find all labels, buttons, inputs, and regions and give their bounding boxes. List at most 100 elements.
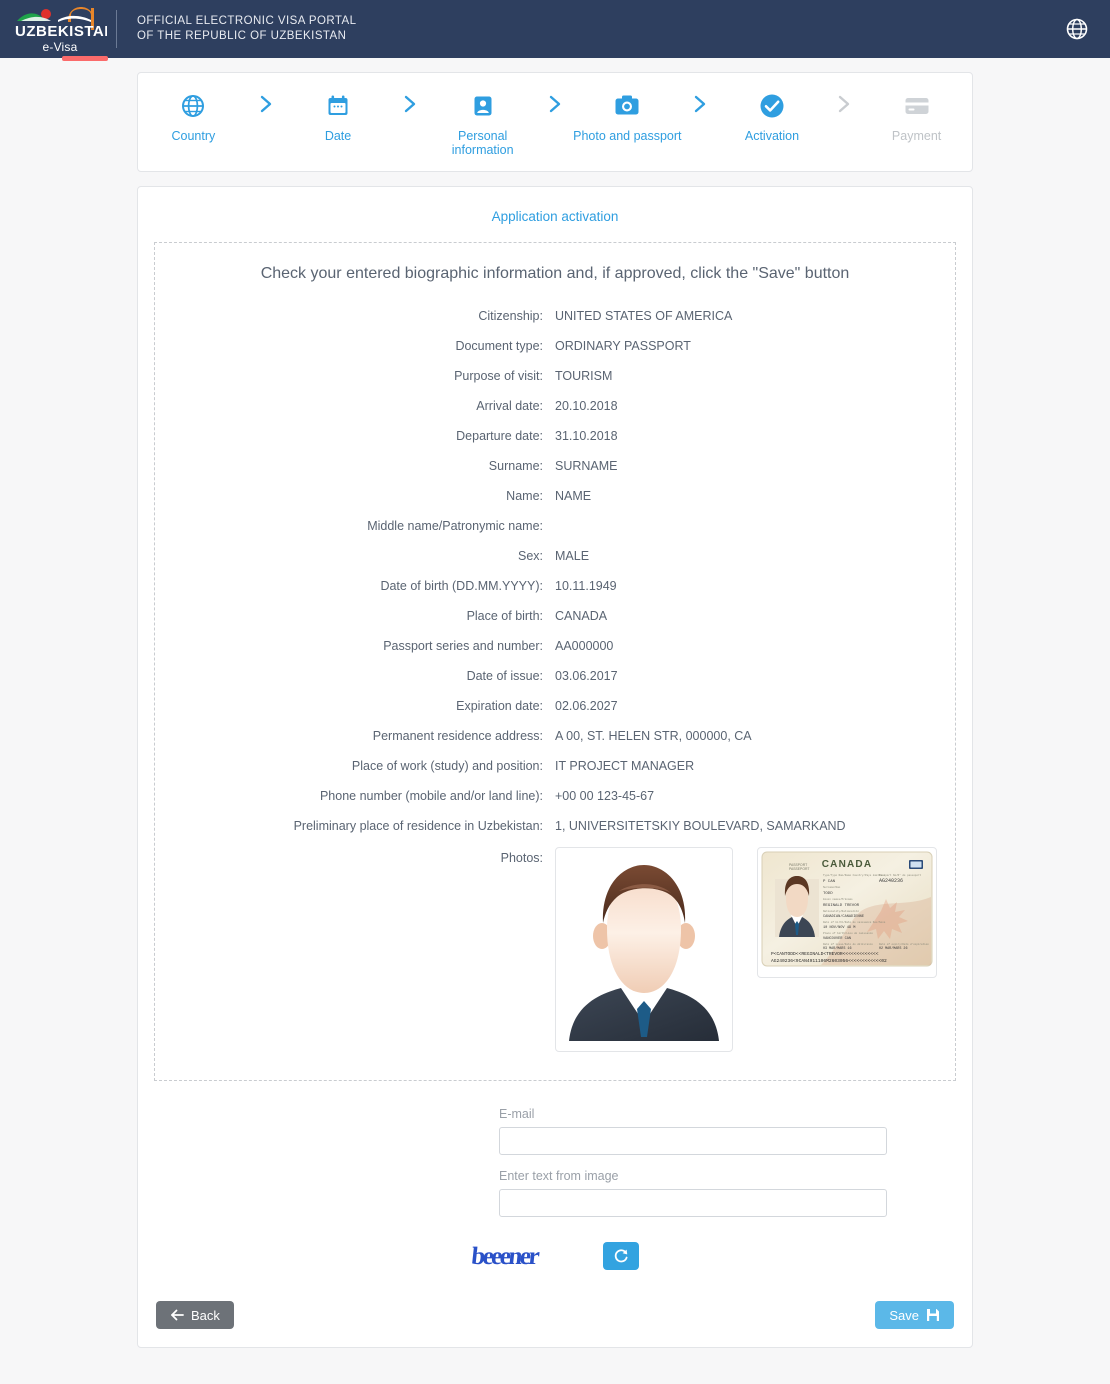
svg-text:02 MAR/MARS 26: 02 MAR/MARS 26 [879,946,908,951]
progress-stepper: Country Date Personal information Photo … [138,91,972,157]
info-row-label: Phone number (mobile and/or land line): [319,789,543,803]
captcha-field-block: Enter text from image [499,1169,887,1217]
svg-text:TODD: TODD [823,892,833,896]
back-button-label: Back [191,1307,220,1323]
info-row: Sex: MALE [155,541,955,571]
svg-text:beeener: beeener [471,1243,541,1270]
passport-scan-photo[interactable]: CANADA PASSPORT PASSEPORT Type/Type Nom/… [757,847,937,978]
email-field-block: E-mail [499,1107,887,1155]
camera-icon [614,91,640,121]
info-row-label: Sex: [517,549,543,563]
email-label: E-mail [499,1107,535,1121]
step-payment[interactable]: Payment [861,91,972,143]
stepper-card: Country Date Personal information Photo … [137,72,973,172]
chevron-right-icon [683,91,717,113]
language-globe-icon[interactable] [1064,16,1090,42]
step-label-activation: Activation [744,129,800,143]
info-row: Place of birth: CANADA [155,601,955,631]
info-row-value: SURNAME [555,459,618,473]
info-row-label: Departure date: [456,429,543,443]
save-button[interactable]: Save [875,1301,954,1329]
info-row-value: 31.10.2018 [555,429,618,443]
captcha-input[interactable] [499,1189,887,1217]
info-row: Name: NAME [155,481,955,511]
step-label-country: Country [171,129,216,143]
info-row-value: +00 00 123-45-67 [555,789,655,803]
info-row-value: ORDINARY PASSPORT [555,339,691,353]
chevron-right-icon [827,91,861,113]
step-photo-and-passport[interactable]: Photo and passport [572,91,683,143]
back-button[interactable]: Back [156,1301,234,1329]
applicant-portrait-photo[interactable] [555,847,733,1052]
info-row-value: 10.11.1949 [555,579,617,593]
step-label-personal-information: Personal information [451,129,514,157]
info-row-value: UNITED STATES OF AMERICA [555,309,733,323]
captcha-image: beeener [471,1243,541,1270]
svg-text:P<CANTODD<<REGINALD<TREVOR<<<<: P<CANTODD<<REGINALD<TREVOR<<<<<<<<<<<<< [771,951,879,957]
info-row-label: Expiration date: [456,699,543,713]
application-card: Application activation Check your entere… [137,186,973,1348]
photos-label: Photos: [500,851,543,865]
site-logo[interactable]: UZBEKISTAN e-Visa [0,5,108,54]
svg-text:P CAN: P CAN [823,880,836,884]
svg-text:AG240236: AG240236 [879,878,903,884]
info-row: Place of work (study) and position: IT PR… [155,751,955,781]
portal-title: OFFICIAL ELECTRONIC VISA PORTAL OF THE R… [137,14,357,44]
arrow-left-icon [171,1309,184,1321]
svg-text:03 MAR/MARS 16: 03 MAR/MARS 16 [823,946,852,951]
info-row: Permanent residence address: A 00, ST. HE… [155,721,955,751]
info-row-label: Permanent residence address: [372,729,543,743]
header-accent-bar [62,56,108,61]
svg-text:PASSEPORT: PASSEPORT [789,867,809,871]
step-activation[interactable]: Activation [717,91,828,143]
step-label-payment: Payment [891,129,942,143]
info-row-value: CANADA [555,609,608,623]
info-row-label: Surname: [488,459,543,473]
svg-text:Passport No/N° de passeport: Passport No/N° de passeport [879,873,921,877]
step-country[interactable]: Country [138,91,249,143]
info-row: Middle name/Patronymic name: [155,511,955,541]
biographic-info-list: Citizenship: UNITED STATES OF AMERICA Docu… [155,301,955,841]
info-row-value: A 00, ST. HELEN STR, 000000, CA [555,729,752,743]
info-row-value: 20.10.2018 [555,399,618,413]
save-button-label: Save [889,1307,919,1323]
uzbekistan-logo-icon: UZBEKISTAN [15,6,107,39]
info-row-value: AA000000 [555,639,614,653]
info-row: Expiration date: 02.06.2027 [155,691,955,721]
info-row-label: Document type: [455,339,543,353]
step-label-date: Date [324,129,352,143]
calendar-icon [326,91,350,121]
info-row: Surname: SURNAME [155,451,955,481]
step-date[interactable]: Date [283,91,394,143]
panel-heading: Check your entered biographic informatio… [260,265,850,282]
info-row-label: Preliminary place of residence in Uzbeki… [293,819,543,833]
top-header: UZBEKISTAN e-Visa OFFICIAL ELECTRONIC VI… [0,0,1110,61]
step-personal-information[interactable]: Personal information [427,91,538,157]
captcha-label: Enter text from image [499,1169,619,1183]
svg-text:Place of birth/Lieu de naissan: Place of birth/Lieu de naissance [823,931,873,935]
svg-text:REGINALD TREVOR: REGINALD TREVOR [823,904,860,908]
form-actions: Back Save [138,1271,972,1329]
info-row-value: NAME [555,489,592,503]
info-row: Departure date: 31.10.2018 [155,421,955,451]
info-row-value: 02.06.2027 [555,699,618,713]
info-row-label: Date of birth (DD.MM.YYYY): [380,579,543,593]
check-circle-icon [759,91,785,121]
svg-text:AG240236<9CAN4911106M2603056<<: AG240236<9CAN4911106M2603056<<<<<<<<<<<<… [771,958,887,964]
svg-text:Type/Type Nom/Name Country/Pa: Type/Type Nom/Name Country/Pays émetteur [823,873,886,877]
info-row-label: Citizenship: [478,309,543,323]
step-label-photo-and-passport: Photo and passport [573,129,682,143]
svg-text:Nationality/Nationalité: Nationality/Nationalité [823,909,859,913]
chevron-right-icon [249,91,283,113]
info-row: Passport series and number: AA000000 [155,631,955,661]
info-row: Purpose of visit: TOURISM [155,361,955,391]
captcha-refresh-button[interactable] [603,1242,639,1270]
info-row-label: Name: [506,489,543,503]
svg-text:Date of issue/Date de délivran: Date of issue/Date de délivrance [823,942,873,946]
email-input[interactable] [499,1127,887,1155]
info-row: Preliminary place of residence in Uzbeki… [155,811,955,841]
captcha-row: beeener [138,1241,972,1271]
globe-icon [181,91,205,121]
svg-text:Given names/Prénoms: Given names/Prénoms [823,897,853,901]
chevron-right-icon [393,91,427,113]
